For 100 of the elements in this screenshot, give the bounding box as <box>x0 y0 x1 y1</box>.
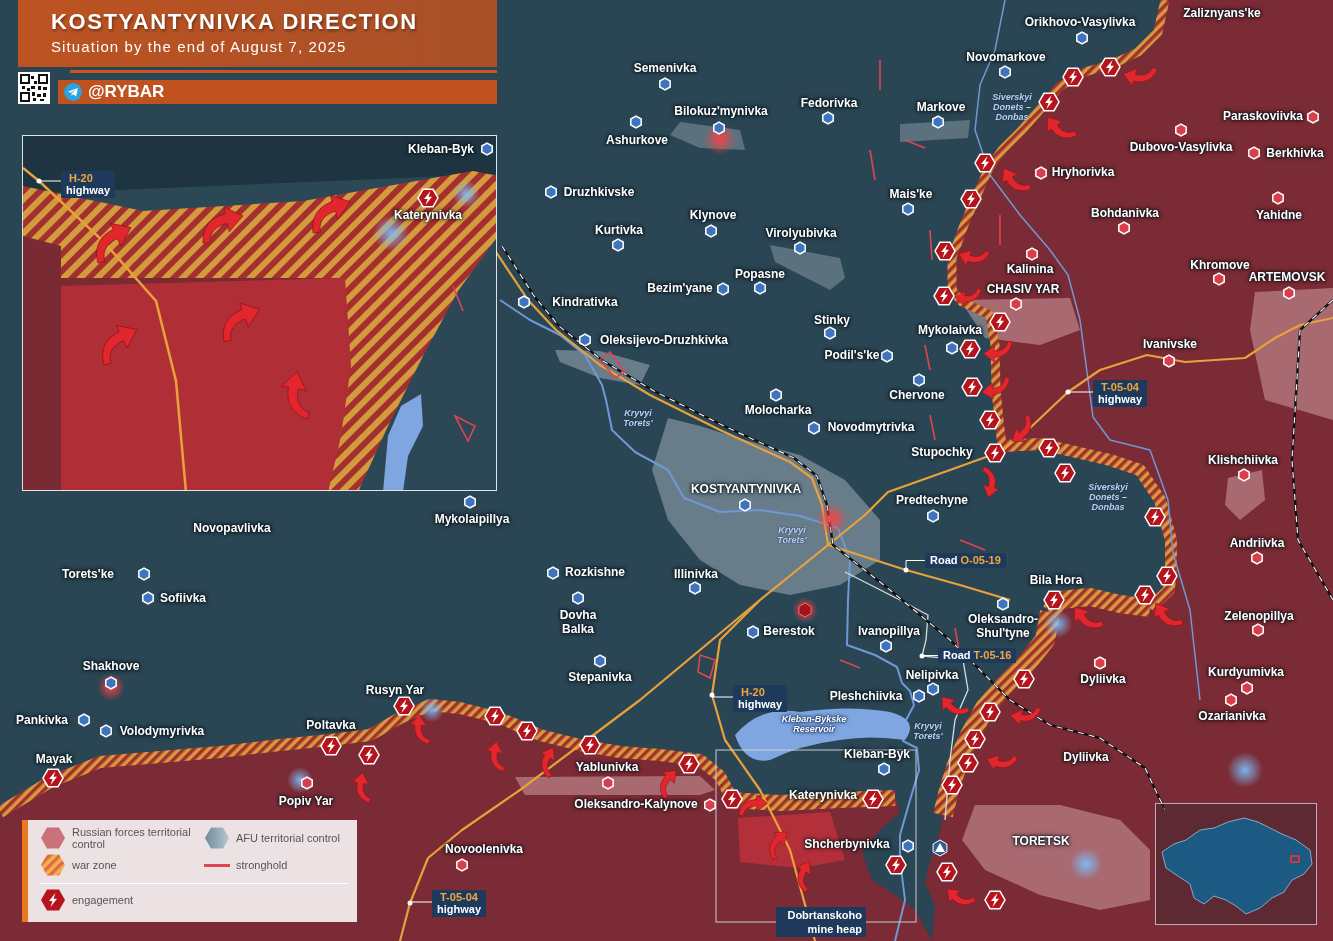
town-label: Dubovo-Vasylivka <box>1129 140 1233 154</box>
stronghold-line <box>839 659 861 669</box>
leader-line <box>903 560 926 573</box>
town-label: Markove <box>916 100 966 114</box>
lightning-hexagon-icon <box>960 189 982 209</box>
water-label: Kleban-Bykske Reservoir <box>780 714 848 734</box>
leader-line <box>407 900 433 906</box>
lightning-hexagon-icon <box>579 735 601 755</box>
curved-arrow <box>1046 116 1078 139</box>
glow-icon <box>1044 610 1072 638</box>
curved-arrow <box>1011 414 1032 442</box>
town-label: Stupochky <box>911 445 973 459</box>
lightning-hexagon-icon <box>417 188 439 208</box>
lightning-hexagon-icon <box>984 890 1006 910</box>
road-label: T-05-04 highway <box>1093 380 1147 407</box>
curved-arrow <box>102 324 138 366</box>
lightning-hexagon-icon <box>959 339 981 359</box>
town-label: Hryhorivka <box>1051 165 1115 179</box>
water-label: Siverskyi Donets – Donbas <box>1087 482 1129 512</box>
hexagon-icon <box>40 826 66 850</box>
town-label: Oleksandro-Kalynove <box>574 797 698 811</box>
town-label: Ozarianivka <box>1198 709 1266 723</box>
town-label: ARTEMOVSK <box>1248 270 1326 284</box>
stronghold-line <box>959 539 986 551</box>
leader-line <box>36 178 62 184</box>
glow-icon <box>420 698 444 722</box>
stronghold-line <box>879 59 881 91</box>
lightning-hexagon-icon <box>320 736 342 756</box>
lightning-hexagon-icon <box>941 775 963 795</box>
stronghold-line <box>869 149 876 181</box>
town-label: Berkhivka <box>1266 146 1324 160</box>
town-label: Mayak <box>35 752 73 766</box>
curved-arrow <box>96 222 132 264</box>
town-label: Mykolaipillya <box>434 512 510 526</box>
town-label: Rozkishne <box>565 565 625 579</box>
lightning-hexagon-icon <box>979 702 1001 722</box>
town-label: Novomarkove <box>966 50 1046 64</box>
town-label: Mykolaivka <box>918 323 982 337</box>
town-label: Orikhovo-Vasylivka <box>1024 15 1136 29</box>
town-label: Oleksandro-Shul'tyne <box>968 612 1038 640</box>
town-label: Popiv Yar <box>278 794 334 808</box>
channel-handle: @RYBAR <box>88 82 165 102</box>
lightning-hexagon-icon <box>934 241 956 261</box>
town-label: TORETSK <box>1012 834 1070 848</box>
town-label: Stinky <box>814 313 850 327</box>
curved-arrow <box>1122 67 1158 87</box>
lightning-hexagon-icon <box>721 789 743 809</box>
town-label: Shakhove <box>82 659 140 673</box>
lightning-hexagon-icon <box>1054 463 1076 483</box>
curved-arrow <box>986 754 1019 771</box>
urban-area <box>1225 470 1265 520</box>
town-label: Popasne <box>735 267 785 281</box>
town-label: Semenivka <box>633 61 697 75</box>
town-label: Poltavka <box>306 718 356 732</box>
water-label: Kryvyi Torets' <box>776 525 808 545</box>
leader-line <box>1065 389 1094 395</box>
lightning-hexagon-icon <box>984 443 1006 463</box>
curved-arrow <box>486 741 506 773</box>
curved-arrow <box>796 861 812 893</box>
lightning-hexagon-icon <box>40 888 66 912</box>
lightning-hexagon-icon <box>1013 669 1035 689</box>
town-label: Kleban-Byk <box>844 747 910 761</box>
town-label: Rusyn Yar <box>365 683 425 697</box>
town-label: Khromove <box>1190 258 1250 272</box>
lightning-hexagon-icon <box>961 377 983 397</box>
town-label: Dovha Balka <box>559 608 597 636</box>
stronghold-line <box>452 285 464 312</box>
town-label: Chervone <box>889 388 945 402</box>
curved-arrow <box>352 772 372 804</box>
lightning-hexagon-icon <box>862 789 884 809</box>
stronghold-line <box>999 214 1001 246</box>
curved-arrow <box>540 747 556 779</box>
town-label: Torets'ke <box>62 567 114 581</box>
town-label: Molocharka <box>744 403 812 417</box>
curved-arrow <box>1010 706 1042 726</box>
stronghold-line <box>453 414 477 443</box>
legend-label: AFU territorial control <box>236 832 340 844</box>
town-label: Dyliivka <box>1063 750 1109 764</box>
stronghold-line <box>924 344 931 371</box>
lightning-hexagon-icon <box>974 153 996 173</box>
curved-arrow <box>982 466 1000 498</box>
town-label: Kleban-Byk <box>408 142 474 156</box>
road-label: Road O-05-19 <box>925 553 1006 568</box>
lightning-hexagon-icon <box>933 286 955 306</box>
town-label: Klynove <box>689 208 737 222</box>
lightning-hexagon-icon <box>516 721 538 741</box>
town-label: Podil's'ke <box>824 348 880 362</box>
legend-label: war zone <box>72 859 117 871</box>
town-label: Ivanivske <box>1143 337 1197 351</box>
qr-code-icon <box>18 72 50 104</box>
road-label: H-20 highway <box>733 685 787 712</box>
town-label: Mais'ke <box>889 187 933 201</box>
town-label: Pleshchiivka <box>829 689 903 703</box>
curved-arrow <box>941 696 970 715</box>
lightning-hexagon-icon <box>42 768 64 788</box>
map-title: KOSTYANTYNIVKA DIRECTION <box>51 8 419 36</box>
lightning-hexagon-icon <box>358 745 380 765</box>
curved-arrow <box>958 249 991 266</box>
striped-hexagon-icon <box>40 853 66 877</box>
town-label: Oleksijevo-Druzhkivka <box>599 333 729 347</box>
